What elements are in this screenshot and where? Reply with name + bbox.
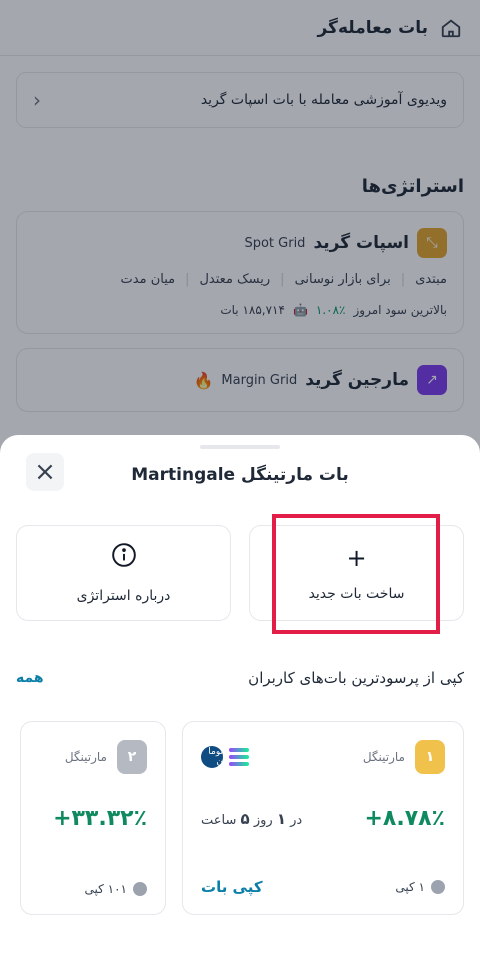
strategy-name: مارتینگل — [362, 750, 405, 764]
bot-profit: +۸.۷۸٪ — [364, 806, 445, 831]
about-strategy-label: درباره استراتژی — [76, 588, 171, 604]
rank-badge: ۲ — [117, 740, 147, 774]
toman-icon: توما ن — [201, 746, 223, 768]
info-icon — [111, 542, 137, 574]
plus-icon: + — [346, 544, 367, 572]
close-button[interactable]: × — [26, 453, 64, 491]
bot-card[interactable]: ۱ مارتینگل توما ن +۸.۷۸٪ در ۱ روز ۵ ساعت — [182, 721, 464, 915]
copy-bot-button[interactable]: کپی بات — [201, 878, 263, 896]
bot-profit: +۳۳.۳۲٪ — [53, 806, 147, 831]
solana-icon — [225, 743, 253, 771]
action-cards: + ساخت بات جدید درباره استراتژی — [0, 515, 480, 621]
see-all-link[interactable]: همه — [16, 670, 44, 686]
sheet-title: بات مارتینگل Martingale — [131, 465, 349, 485]
copy-count: ۱۰۱ کپی — [85, 882, 147, 896]
create-bot-button[interactable]: + ساخت بات جدید — [249, 525, 464, 621]
copy-section-title: کپی از پرسودترین بات‌های کاربران — [248, 669, 464, 687]
bot-card[interactable]: ۲ مارتینگل +۳۳.۳۲٪ ۱۰۱ کپی — [20, 721, 166, 915]
user-icon — [133, 882, 147, 896]
bot-duration: در ۱ روز ۵ ساعت — [201, 809, 303, 828]
bottom-sheet: بات مارتینگل Martingale × + ساخت بات جدی… — [0, 435, 480, 963]
pair-coins: توما ن — [201, 743, 253, 771]
about-strategy-button[interactable]: درباره استراتژی — [16, 525, 231, 621]
close-icon: × — [34, 457, 56, 487]
rank-badge: ۱ — [415, 740, 445, 774]
create-bot-label: ساخت بات جدید — [308, 586, 405, 602]
user-icon — [431, 880, 445, 894]
top-bots-list: ۱ مارتینگل توما ن +۸.۷۸٪ در ۱ روز ۵ ساعت — [0, 721, 480, 915]
copy-count: ۱ کپی — [395, 880, 445, 894]
strategy-name: مارتینگل — [64, 750, 107, 764]
